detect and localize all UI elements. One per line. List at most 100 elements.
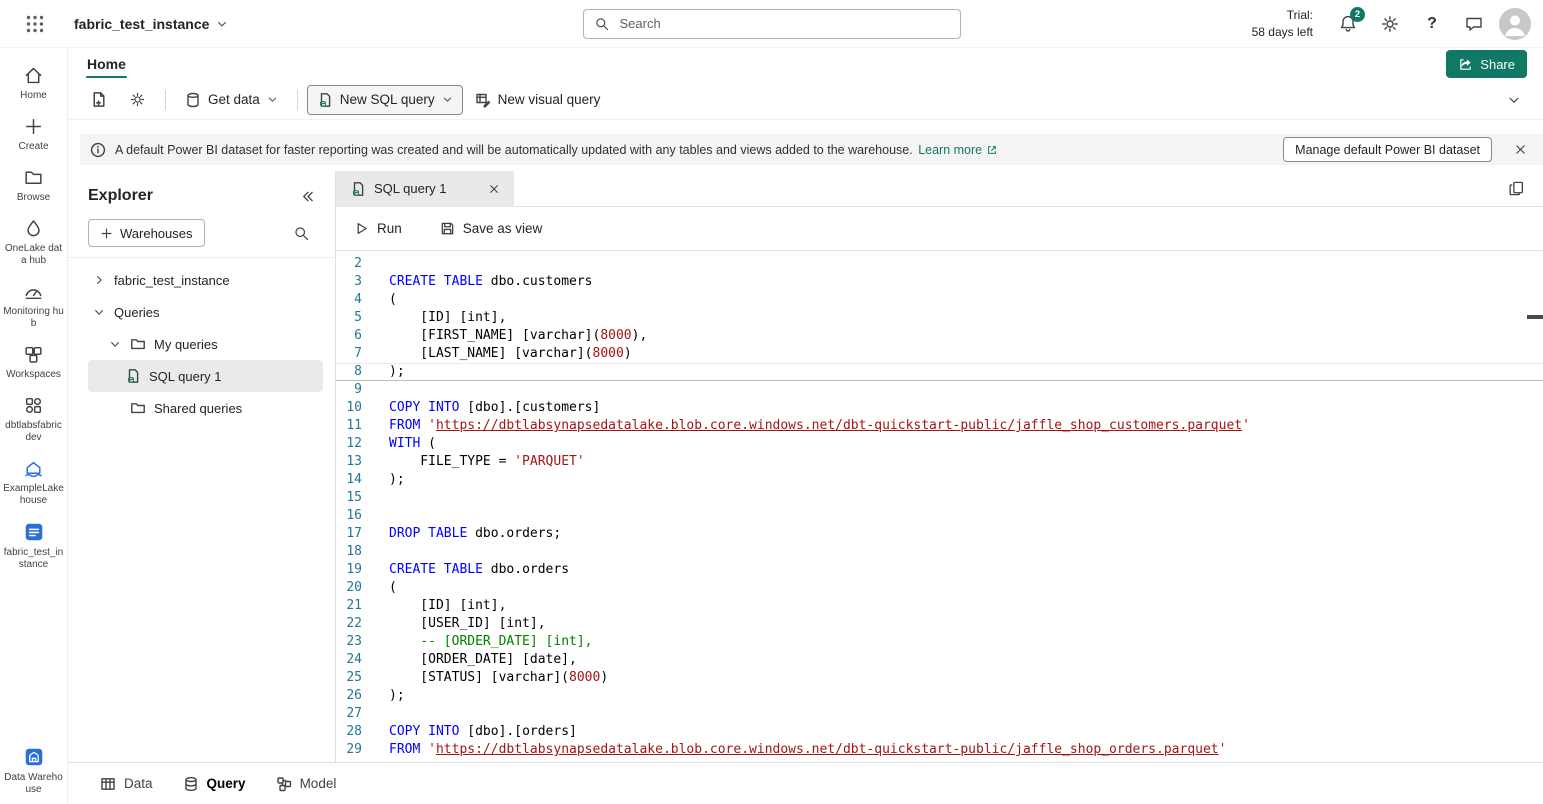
- line-number: 5: [336, 309, 362, 327]
- code-line[interactable]: 15: [336, 489, 1543, 507]
- manage-default-dataset-button[interactable]: Manage default Power BI dataset: [1283, 137, 1492, 162]
- global-search: [583, 9, 961, 39]
- code-line[interactable]: 26);: [336, 687, 1543, 705]
- sql-code-editor[interactable]: 23CREATE TABLE dbo.customers4(5 [ID] [in…: [336, 251, 1543, 762]
- code-line[interactable]: 10COPY INTO [dbo].[customers]: [336, 399, 1543, 417]
- line-number: 21: [336, 597, 362, 615]
- rail-item-create[interactable]: Create: [0, 109, 67, 160]
- code-line[interactable]: 11FROM 'https://dbtlabsynapsedatalake.bl…: [336, 417, 1543, 435]
- workspace-switcher[interactable]: fabric_test_instance: [74, 16, 228, 32]
- collapse-panel-button[interactable]: [300, 189, 315, 204]
- workspaces-icon: [23, 344, 44, 365]
- add-warehouses-button[interactable]: Warehouses: [88, 219, 205, 247]
- view-tab-data[interactable]: Data: [100, 776, 153, 792]
- get-data-button[interactable]: Get data: [175, 85, 288, 115]
- code-line[interactable]: 13 FILE_TYPE = 'PARQUET': [336, 453, 1543, 471]
- code-line[interactable]: 4(: [336, 291, 1543, 309]
- tree-item-warehouse-root[interactable]: fabric_test_instance: [68, 264, 335, 296]
- code-line[interactable]: 9: [336, 381, 1543, 399]
- code-lines: 23CREATE TABLE dbo.customers4(5 [ID] [in…: [336, 255, 1543, 759]
- new-sql-query-button[interactable]: New SQL query: [307, 85, 463, 115]
- tree-item-shared-queries[interactable]: Shared queries: [68, 392, 335, 424]
- code-line[interactable]: 8);: [336, 363, 1543, 381]
- code-line[interactable]: 16: [336, 507, 1543, 525]
- rail-item-examplelakehouse[interactable]: ExampleLakehouse: [0, 451, 67, 514]
- line-number: 3: [336, 273, 362, 291]
- learn-more-link[interactable]: Learn more: [918, 143, 998, 157]
- code-line[interactable]: 22 [USER_ID] [int],: [336, 615, 1543, 633]
- line-number: 12: [336, 435, 362, 453]
- share-button[interactable]: Share: [1446, 50, 1527, 78]
- line-number: 23: [336, 633, 362, 651]
- code-line[interactable]: 24 [ORDER_DATE] [date],: [336, 651, 1543, 669]
- line-number: 17: [336, 525, 362, 543]
- rail-item-workspaces[interactable]: Workspaces: [0, 337, 67, 388]
- notifications-button[interactable]: 2: [1331, 7, 1365, 41]
- query-toolbar: Run Save as view: [336, 207, 1543, 251]
- line-number: 13: [336, 453, 362, 471]
- copy-button[interactable]: [1502, 175, 1530, 203]
- code-line[interactable]: 5 [ID] [int],: [336, 309, 1543, 327]
- tab-home[interactable]: Home: [84, 51, 129, 77]
- new-report-button[interactable]: [80, 85, 117, 115]
- help-icon: ?: [1427, 15, 1437, 33]
- rail-item-dbtlabsfabricdev[interactable]: dbtlabsfabricdev: [0, 388, 67, 451]
- search-input[interactable]: [618, 15, 950, 32]
- rail-item-data-warehouse[interactable]: Data Warehouse: [0, 739, 67, 804]
- rail-item-fabric-test-instance[interactable]: fabric_test_instance: [0, 514, 67, 578]
- code-line[interactable]: 3CREATE TABLE dbo.customers: [336, 273, 1543, 291]
- save-as-view-button[interactable]: Save as view: [434, 217, 549, 240]
- rail-item-home[interactable]: Home: [0, 58, 67, 109]
- model-icon: [276, 776, 292, 792]
- toolbar-separator: [297, 90, 298, 110]
- view-tab-model[interactable]: Model: [276, 776, 337, 792]
- code-line[interactable]: 25 [STATUS] [varchar](8000): [336, 669, 1543, 687]
- onelake-icon: [23, 218, 44, 239]
- data-warehouse-icon: [23, 746, 45, 768]
- code-line[interactable]: 6 [FIRST_NAME] [varchar](8000),: [336, 327, 1543, 345]
- code-line[interactable]: 12WITH (: [336, 435, 1543, 453]
- run-button[interactable]: Run: [348, 217, 408, 240]
- sql-file-icon: [350, 181, 366, 197]
- editor-overview-mark[interactable]: [1527, 315, 1543, 319]
- chevron-down-icon: [442, 94, 453, 105]
- code-line[interactable]: 19CREATE TABLE dbo.orders: [336, 561, 1543, 579]
- banner-close-button[interactable]: [1507, 137, 1533, 163]
- feedback-button[interactable]: [1457, 7, 1491, 41]
- data-grid-icon: [100, 776, 116, 792]
- settings-button[interactable]: [1373, 7, 1407, 41]
- code-line[interactable]: 27: [336, 705, 1543, 723]
- rail-item-onelake-data-hub[interactable]: OneLake data hub: [0, 211, 67, 274]
- code-line[interactable]: 14);: [336, 471, 1543, 489]
- code-line[interactable]: 7 [LAST_NAME] [varchar](8000): [336, 345, 1543, 363]
- view-tab-query[interactable]: Query: [183, 776, 246, 792]
- code-line[interactable]: 20(: [336, 579, 1543, 597]
- warehouse-settings-button[interactable]: [119, 85, 156, 115]
- rail-item-browse[interactable]: Browse: [0, 160, 67, 211]
- code-line[interactable]: 23 -- [ORDER_DATE] [int],: [336, 633, 1543, 651]
- tree-item-my-queries[interactable]: My queries: [68, 328, 335, 360]
- ribbon-collapse-button[interactable]: [1497, 83, 1531, 117]
- explorer-search-button[interactable]: [287, 219, 315, 247]
- code-line[interactable]: 18: [336, 543, 1543, 561]
- rail-item-monitoring-hub[interactable]: Monitoring hub: [0, 274, 67, 337]
- external-link-icon: [986, 144, 998, 156]
- tree-item-queries[interactable]: Queries: [68, 296, 335, 328]
- chevron-down-icon: [216, 18, 228, 30]
- code-line[interactable]: 21 [ID] [int],: [336, 597, 1543, 615]
- code-line[interactable]: 28COPY INTO [dbo].[orders]: [336, 723, 1543, 741]
- account-avatar[interactable]: [1499, 8, 1531, 40]
- code-line[interactable]: 29FROM 'https://dbtlabsynapsedatalake.bl…: [336, 741, 1543, 759]
- tab-sql-query-1[interactable]: SQL query 1: [336, 171, 514, 207]
- chevron-down-icon: [108, 338, 122, 350]
- code-line[interactable]: 2: [336, 255, 1543, 273]
- app-launcher-icon[interactable]: [22, 11, 48, 37]
- tab-close-button[interactable]: [484, 179, 504, 199]
- tree-item-sql-query-1[interactable]: SQL query 1: [88, 360, 323, 392]
- sql-file-icon: [317, 92, 333, 108]
- help-button[interactable]: ?: [1415, 7, 1449, 41]
- new-visual-query-button[interactable]: New visual query: [465, 85, 611, 115]
- code-line[interactable]: 17DROP TABLE dbo.orders;: [336, 525, 1543, 543]
- line-number: 29: [336, 741, 362, 759]
- feedback-icon: [1464, 14, 1484, 34]
